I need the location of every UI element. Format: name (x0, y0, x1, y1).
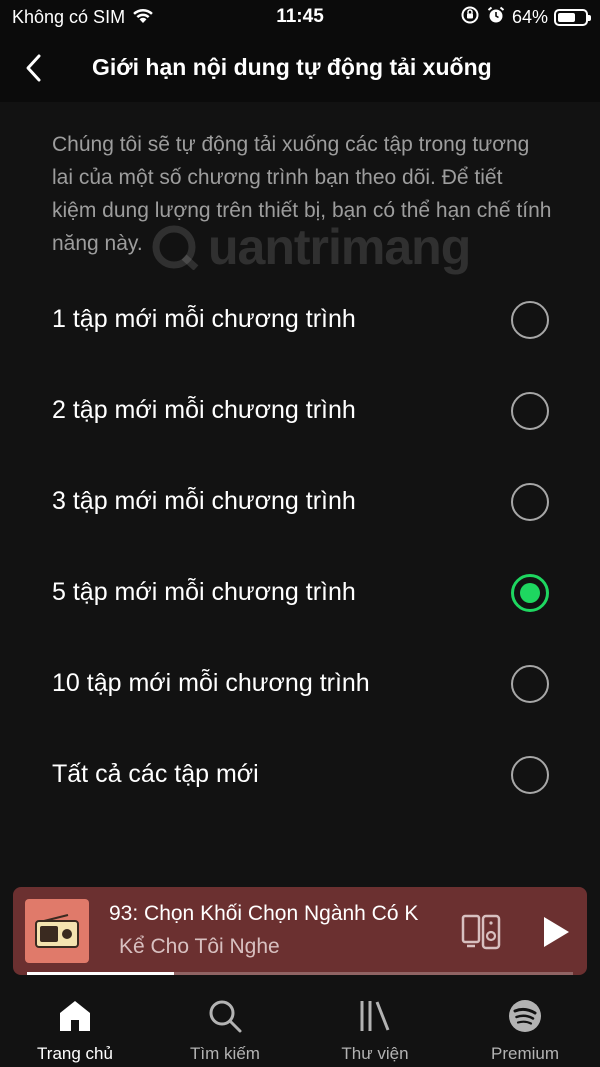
tab-label: Tìm kiếm (190, 1044, 260, 1063)
device-speaker-icon (461, 914, 501, 950)
radio-button[interactable] (511, 300, 549, 339)
mini-player[interactable]: 93: Chọn Khối Chọn Ngành Có K Kể Cho Tôi… (13, 887, 587, 975)
radio-button[interactable] (511, 755, 549, 794)
option-5[interactable]: 5 tập mới mỗi chương trình (0, 547, 600, 638)
library-icon (356, 997, 394, 1035)
playback-progress (27, 972, 573, 975)
option-10[interactable]: 10 tập mới mỗi chương trình (0, 638, 600, 729)
radio-button[interactable] (511, 482, 549, 521)
radio-selected-dot (520, 582, 540, 603)
page-title: Giới hạn nội dung tự động tải xuống (92, 54, 492, 80)
tab-label: Premium (490, 1044, 559, 1063)
carrier-label: Không có SIM (12, 6, 126, 27)
option-label: 1 tập mới mỗi chương trình (52, 305, 356, 333)
battery-fill (558, 12, 575, 22)
options-list: 1 tập mới mỗi chương trình 2 tập mới mỗi… (0, 274, 600, 820)
tab-label: Thư viện (341, 1044, 409, 1063)
orientation-lock-icon (460, 5, 480, 30)
progress-fill (27, 972, 175, 975)
tab-premium[interactable]: Premium (450, 985, 600, 1067)
chevron-left-icon (26, 54, 41, 82)
radio-button[interactable] (511, 391, 549, 430)
radio-button[interactable] (511, 573, 549, 612)
tab-search[interactable]: Tìm kiếm (150, 985, 300, 1067)
episode-title: 93: Chọn Khối Chọn Ngành Có K (109, 902, 419, 925)
alarm-icon (486, 5, 506, 30)
option-3[interactable]: 3 tập mới mỗi chương trình (0, 456, 600, 547)
option-2[interactable]: 2 tập mới mỗi chương trình (0, 365, 600, 456)
option-label: 10 tập mới mỗi chương trình (52, 669, 370, 697)
radio-button[interactable] (511, 664, 549, 703)
connect-device-button[interactable] (461, 912, 503, 952)
status-right: 64% (460, 5, 591, 30)
play-icon (544, 917, 569, 947)
watermark-logo: uantrimang (150, 218, 471, 276)
status-bar: Không có SIM 11:45 64% (0, 0, 600, 34)
play-button[interactable] (535, 912, 575, 952)
tab-home[interactable]: Trang chủ (0, 985, 150, 1067)
option-label: 3 tập mới mỗi chương trình (52, 487, 356, 515)
podcast-artwork (25, 899, 89, 963)
back-button[interactable] (14, 48, 54, 88)
radio-icon (35, 914, 79, 948)
option-1[interactable]: 1 tập mới mỗi chương trình (0, 274, 600, 365)
option-label: 5 tập mới mỗi chương trình (52, 578, 356, 606)
search-icon (206, 997, 244, 1035)
spotify-icon (506, 997, 544, 1035)
battery-icon (554, 8, 591, 26)
status-left: Không có SIM (12, 6, 155, 29)
battery-percent: 64% (511, 6, 548, 27)
page-header: Giới hạn nội dung tự động tải xuống (0, 34, 600, 102)
wifi-icon (131, 6, 155, 29)
option-label: 2 tập mới mỗi chương trình (52, 396, 356, 424)
option-all[interactable]: Tất cả các tập mới (0, 729, 600, 820)
watermark-text: uantrimang (208, 219, 471, 275)
tab-label: Trang chủ (37, 1044, 113, 1063)
podcast-name: Kể Cho Tôi Nghe (119, 935, 280, 958)
option-label: Tất cả các tập mới (52, 760, 259, 788)
bottom-tab-bar: Trang chủ Tìm kiếm Thư viện Premium (0, 985, 600, 1067)
tab-library[interactable]: Thư viện (300, 985, 450, 1067)
home-icon (56, 997, 94, 1035)
